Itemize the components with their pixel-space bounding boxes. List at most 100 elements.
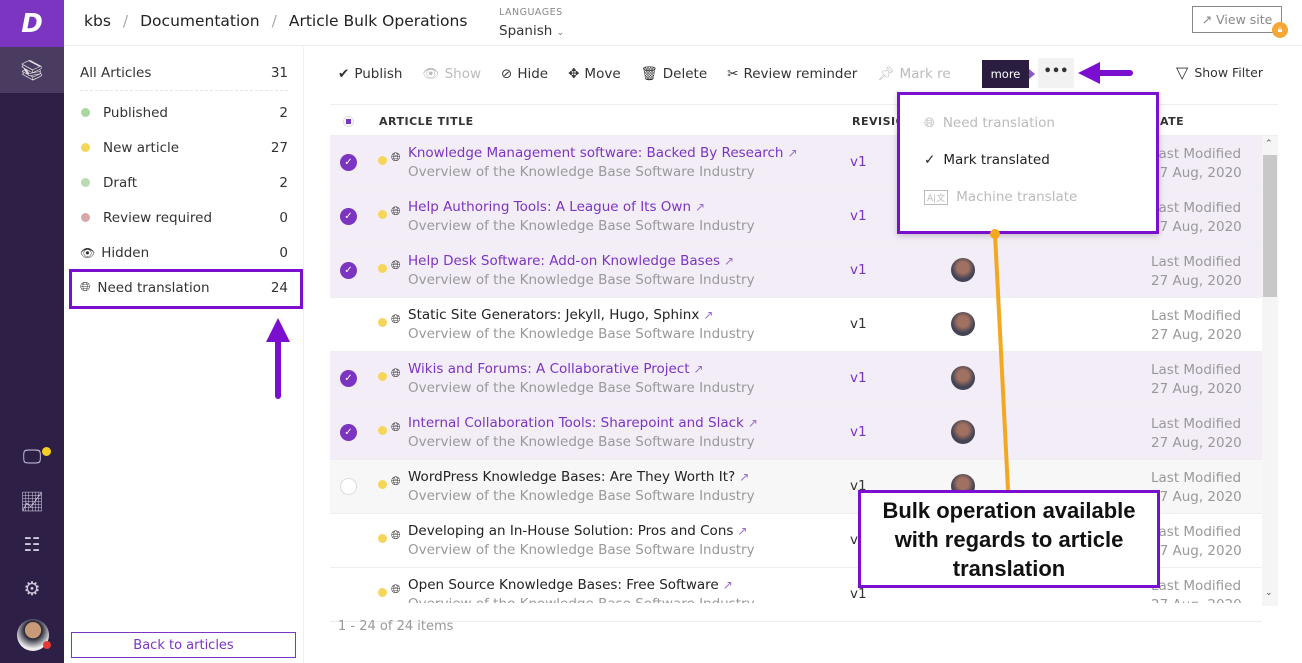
highlight-need-translation xyxy=(69,269,303,309)
column-article-title[interactable]: ARTICLE TITLE xyxy=(379,115,474,128)
row-checkbox[interactable]: ✓ xyxy=(340,370,357,387)
globe-icon: 🌐︎ xyxy=(391,312,401,326)
scrollbar-thumb[interactable] xyxy=(1263,155,1277,297)
sidebar-item-hidden[interactable]: 👁︎ Hidden 0 xyxy=(80,235,288,270)
more-dropdown-menu: 🌐︎ Need translation ✓ Mark translated A|文 M… xyxy=(897,92,1159,234)
article-title-link[interactable]: Wikis and Forums: A Collaborative Projec… xyxy=(408,361,704,377)
column-date[interactable]: ATE xyxy=(1160,115,1184,128)
external-link-icon[interactable]: ↗ xyxy=(787,146,797,160)
eye-icon: 👁︎ xyxy=(422,66,440,82)
chevron-down-icon: ⌄ xyxy=(556,28,565,38)
article-title-link[interactable]: Knowledge Management software: Backed By… xyxy=(408,145,798,161)
status-dot xyxy=(81,213,90,222)
external-link-icon[interactable]: ↗ xyxy=(748,416,758,430)
globe-icon: 🌐︎ xyxy=(391,582,401,596)
sidebar-item-label: Draft xyxy=(103,174,138,191)
globe-icon: 🌐︎ xyxy=(391,528,401,542)
menu-item-need-translation[interactable]: 🌐︎ Need translation xyxy=(924,115,1055,131)
language-value: Spanish xyxy=(499,23,553,39)
more-tooltip: more xyxy=(982,60,1035,88)
row-checkbox[interactable]: ✓ xyxy=(340,208,357,225)
article-title-link[interactable]: Internal Collaboration Tools: Sharepoint… xyxy=(408,415,758,431)
article-category: Overview of the Knowledge Base Software … xyxy=(408,488,755,504)
articles-icon[interactable]: 📚︎ xyxy=(0,47,64,93)
article-title-link[interactable]: WordPress Knowledge Bases: Are They Wort… xyxy=(408,469,749,485)
external-link-icon[interactable]: ↗ xyxy=(694,362,704,376)
table-row[interactable]: ✓ 🌐︎ Wikis and Forums: A Collaborative Pr… xyxy=(330,352,1262,406)
article-title: Help Authoring Tools: A League of Its Ow… xyxy=(408,199,692,215)
show-button[interactable]: 👁︎ Show xyxy=(422,66,481,82)
status-dot xyxy=(378,210,387,219)
scroll-up-icon[interactable]: ⌃ xyxy=(1265,139,1273,149)
status-dot xyxy=(81,178,90,187)
article-title: Knowledge Management software: Backed By… xyxy=(408,145,784,161)
view-site-button[interactable]: ↗ View site xyxy=(1192,6,1282,33)
row-checkbox[interactable] xyxy=(340,478,357,495)
show-filter-label: Show Filter xyxy=(1194,65,1263,80)
back-to-articles-button[interactable]: Back to articles xyxy=(71,632,296,658)
status-dot xyxy=(378,372,387,381)
sidebar-item-new-article[interactable]: New article 27 xyxy=(80,130,288,165)
date-value: 27 Aug, 2020 xyxy=(1151,219,1242,235)
external-link-icon[interactable]: ↗ xyxy=(724,254,734,268)
article-title-link[interactable]: Help Authoring Tools: A League of Its Ow… xyxy=(408,199,705,215)
breadcrumb-documentation[interactable]: Documentation xyxy=(140,12,260,30)
sidebar-item-count: 2 xyxy=(279,104,288,121)
sidebar-item-draft[interactable]: Draft 2 xyxy=(80,165,288,200)
date-label: Last Modified xyxy=(1151,200,1242,216)
app-logo[interactable]: D xyxy=(0,0,64,47)
article-title-link[interactable]: Help Desk Software: Add-on Knowledge Bas… xyxy=(408,253,734,269)
review-reminder-button[interactable]: ✂ Review reminder xyxy=(727,66,857,82)
globe-icon: 🌐︎ xyxy=(391,366,401,380)
external-link-icon[interactable]: ↗ xyxy=(723,578,733,592)
globe-icon: 🌐︎ xyxy=(391,474,401,488)
date-cell: Last Modified 27 Aug, 2020 xyxy=(1151,145,1242,183)
article-title-link[interactable]: Static Site Generators: Jekyll, Hugo, Sp… xyxy=(408,307,713,323)
row-checkbox[interactable]: ✓ xyxy=(340,154,357,171)
analytics-icon[interactable]: 📈︎ xyxy=(0,490,64,513)
table-row[interactable]: ✓ 🌐︎ Internal Collaboration Tools: Sharep… xyxy=(330,406,1262,460)
author-avatar xyxy=(951,258,975,282)
external-link-icon[interactable]: ↗ xyxy=(695,200,705,214)
delete-button[interactable]: 🗑︎ Delete xyxy=(641,66,708,82)
sidebar-item-published[interactable]: Published 2 xyxy=(80,95,288,130)
more-button[interactable]: ••• xyxy=(1038,58,1074,88)
row-checkbox[interactable]: ✓ xyxy=(340,262,357,279)
show-filter-button[interactable]: ▽ Show Filter xyxy=(1176,63,1263,82)
article-title: Internal Collaboration Tools: Sharepoint… xyxy=(408,415,744,431)
table-row[interactable]: ✓ 🌐︎ Help Desk Software: Add-on Knowledge… xyxy=(330,244,1262,298)
pin-icon: 📌︎ xyxy=(877,66,895,82)
move-button[interactable]: ✥ Move xyxy=(568,66,621,82)
monitor-icon[interactable]: 🖵︎ xyxy=(0,446,64,468)
bulk-toolbar: ✔︎ Publish 👁︎ Show ⊘ Hide ✥ Move 🗑︎ Delete ✂ R… xyxy=(338,62,971,86)
table-row[interactable]: 🌐︎ Static Site Generators: Jekyll, Hugo,… xyxy=(330,298,1262,352)
hide-button[interactable]: ⊘ Hide xyxy=(501,66,548,82)
sidebar-item-label: All Articles xyxy=(80,65,152,81)
article-title-link[interactable]: Developing an In-House Solution: Pros an… xyxy=(408,523,747,539)
article-title: Open Source Knowledge Bases: Free Softwa… xyxy=(408,577,719,593)
notification-dot xyxy=(42,447,51,456)
callout-text: Bulk operation available with regards to… xyxy=(882,497,1136,581)
external-link-icon[interactable]: ↗ xyxy=(737,524,747,538)
sidebar-item-all-articles[interactable]: All Articles 31 xyxy=(80,56,288,91)
menu-item-machine-translate[interactable]: A|文 Machine translate xyxy=(924,189,1077,205)
annotation-callout: Bulk operation available with regards to… xyxy=(858,490,1160,588)
article-title: Developing an In-House Solution: Pros an… xyxy=(408,523,734,539)
article-title-link[interactable]: Open Source Knowledge Bases: Free Softwa… xyxy=(408,577,733,593)
language-select[interactable]: Spanish ⌄ xyxy=(499,23,564,39)
publish-button[interactable]: ✔︎ Publish xyxy=(338,66,402,82)
date-value: 27 Aug, 2020 xyxy=(1151,543,1242,559)
menu-item-mark-translated[interactable]: ✓ Mark translated xyxy=(924,152,1050,168)
drawer-icon[interactable]: ☷ xyxy=(0,534,64,556)
scroll-down-icon[interactable]: ⌄ xyxy=(1265,588,1273,598)
row-checkbox[interactable]: ✓ xyxy=(340,424,357,441)
breadcrumb-kbs[interactable]: kbs xyxy=(84,12,111,30)
sidebar-item-count: 0 xyxy=(279,244,288,261)
external-link-icon[interactable]: ↗ xyxy=(703,308,713,322)
external-link-icon[interactable]: ↗ xyxy=(739,470,749,484)
sidebar-item-review-required[interactable]: Review required 0 xyxy=(80,200,288,235)
mark-review-button[interactable]: 📌︎ Mark re xyxy=(877,66,950,82)
settings-icon[interactable]: ⚙ xyxy=(0,578,64,600)
select-all-checkbox[interactable] xyxy=(343,116,354,127)
date-value: 27 Aug, 2020 xyxy=(1151,489,1242,505)
